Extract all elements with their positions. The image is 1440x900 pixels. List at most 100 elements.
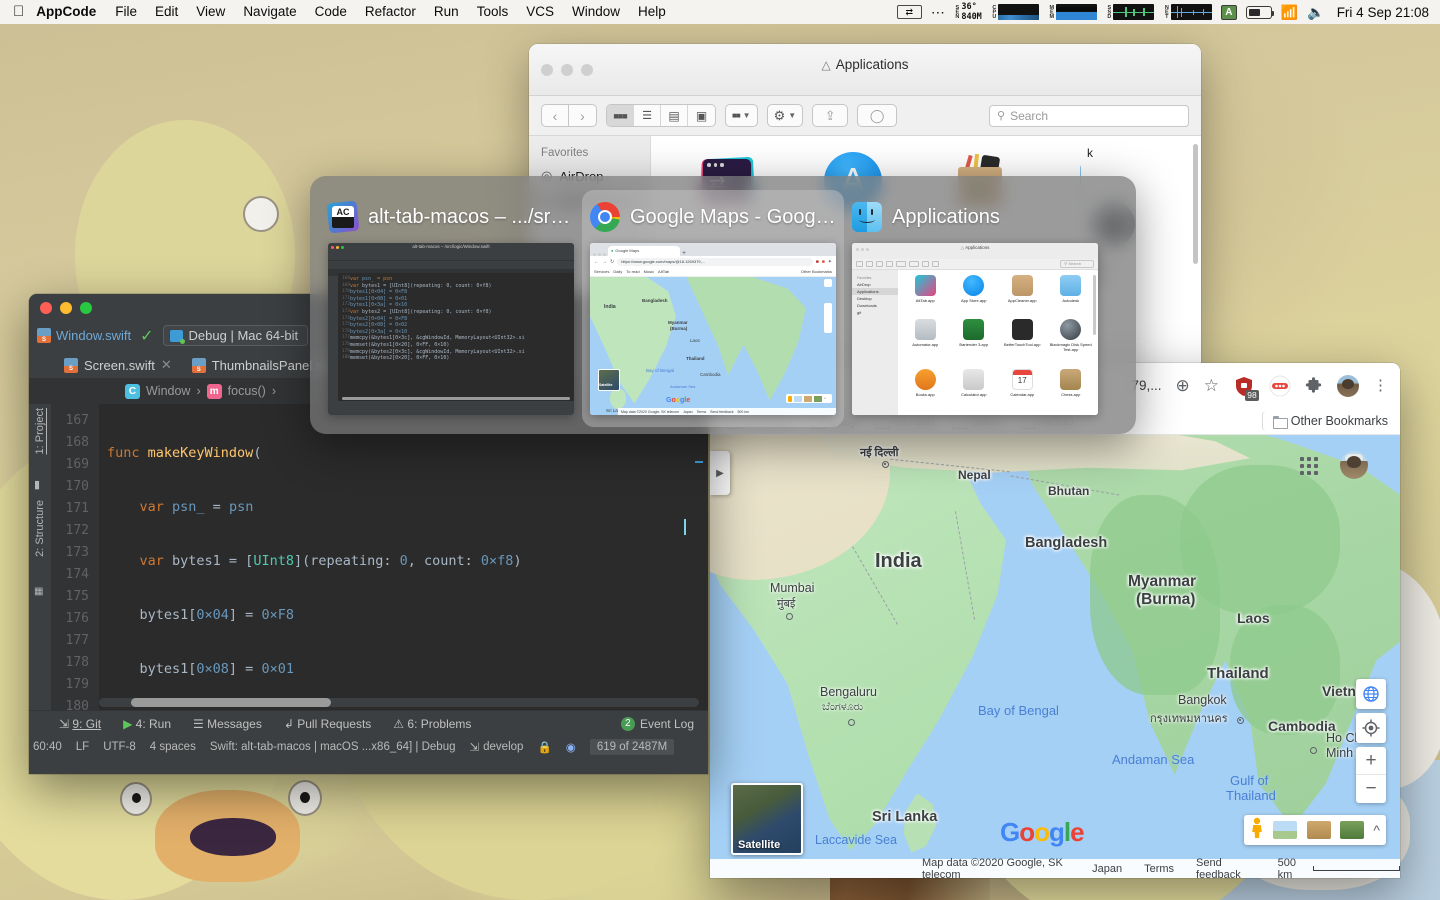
plus-circle-icon[interactable]: ⊕ — [1176, 376, 1190, 396]
google-apps-icon[interactable] — [1300, 457, 1318, 475]
menu-item-navigate[interactable]: Navigate — [234, 0, 305, 24]
map-link-terms[interactable]: Terms — [1144, 863, 1174, 875]
memory-indicator[interactable]: 619 of 2487M — [589, 739, 675, 755]
breadcrumb-class[interactable]: Window — [146, 384, 190, 398]
transit-layer[interactable] — [1340, 821, 1365, 839]
map-link-japan[interactable]: Japan — [1092, 863, 1122, 875]
menu-item-view[interactable]: View — [187, 0, 234, 24]
forward-button[interactable]: › — [569, 104, 597, 127]
zoom-out-button[interactable]: − — [1356, 775, 1386, 803]
my-location-icon[interactable] — [1356, 713, 1386, 743]
indent-setting[interactable]: 4 spaces — [150, 741, 196, 753]
editor-horizontal-scrollbar[interactable] — [99, 698, 699, 707]
switcher-item-appcode[interactable]: AC alt-tab-macos – .../src/logic... alt-… — [320, 190, 582, 427]
menu-bar-status-items[interactable]: ⇄ ⋯ SEN 36° 840M CPU MEM SSD NET A 📶 🔈 F… — [896, 3, 1440, 21]
switcher-item-chrome[interactable]: Google Maps - Google Chr... ●Google Maps… — [582, 190, 844, 427]
menu-app-name[interactable]: AppCode — [36, 0, 106, 24]
hammer-icon[interactable]: ✓ — [140, 326, 153, 346]
map-link-feedback[interactable]: Send feedback — [1196, 857, 1256, 879]
menu-item-edit[interactable]: Edit — [146, 0, 187, 24]
terrain-layer[interactable] — [1273, 821, 1298, 839]
avatar-icon[interactable] — [1337, 374, 1359, 397]
run-configuration-selector[interactable]: Debug | Mac 64-bit — [162, 325, 309, 346]
statusbar-item-messages[interactable]: ☰ Messages — [193, 717, 262, 731]
menu-item-file[interactable]: File — [106, 0, 146, 24]
finder-view-mode-segment[interactable]: ■■■ ☰ ▤ ▣ — [606, 104, 716, 127]
appcode-footer[interactable]: 60:40 LF UTF-8 4 spaces Swift: alt-tab-m… — [29, 736, 708, 758]
ublock-icon[interactable]: 98 — [1233, 375, 1259, 401]
chrome-window[interactable]: 79,... ⊕ ☆ 98 ⋮ Services Daily To read — [710, 363, 1400, 878]
menu-item-refactor[interactable]: Refactor — [356, 0, 425, 24]
satellite-layer[interactable] — [1306, 821, 1331, 839]
appcode-tool-buttons[interactable]: ⇲ 9: Git ▶ 4: Run ☰ Messages ↲ Pull Requ… — [29, 710, 708, 736]
statusbar-item-event-log[interactable]: 2 Event Log — [620, 716, 708, 731]
list-view-button[interactable]: ☰ — [634, 105, 661, 126]
kebab-menu-icon[interactable]: ⋮ — [1373, 378, 1388, 393]
finder-toolbar[interactable]: ‹ › ■■■ ☰ ▤ ▣ ■■ ▼ ⚙ ▼ ⇪ ◯ ⚲ Search — [529, 96, 1201, 136]
google-maps-canvas[interactable]: ▶ नई दिल्ली Nepal Bhutan Bangladesh Indi… — [710, 435, 1400, 878]
breadcrumb-method[interactable]: focus() — [228, 384, 266, 398]
network-monitor[interactable]: NET — [1163, 4, 1212, 20]
search-input[interactable]: ⚲ Search — [989, 104, 1189, 127]
map-zoom-controls[interactable]: + − — [1356, 747, 1386, 803]
line-separator[interactable]: LF — [76, 741, 89, 753]
code-text[interactable]: func makeKeyWindow( var psn_ = psn var b… — [99, 404, 708, 710]
star-icon[interactable]: ☆ — [1204, 376, 1219, 396]
editor-marker-strip[interactable] — [694, 404, 704, 710]
tab-screen-swift[interactable]: S Screen.swift ✕ — [54, 353, 182, 378]
cpu-monitor[interactable]: CPU — [991, 4, 1040, 20]
close-icon[interactable]: ✕ — [161, 357, 172, 373]
google-account-avatar[interactable] — [1340, 451, 1368, 479]
apple-logo-icon[interactable]:  — [0, 4, 36, 19]
map-layers-bar[interactable]: ^ — [1244, 815, 1386, 845]
tool-window-project[interactable]: 1: Project — [34, 408, 46, 454]
group-by-button[interactable]: ■■ ▼ — [725, 104, 758, 127]
current-file-chip[interactable]: S Window.swift — [37, 328, 131, 343]
wifi-icon[interactable]: 📶 — [1281, 4, 1298, 21]
statusbar-item-run[interactable]: ▶ 4: Run — [123, 717, 171, 731]
satellite-layer-toggle[interactable]: Satellite — [731, 783, 803, 855]
puzzle-icon[interactable] — [1305, 376, 1323, 395]
code-editor[interactable]: 1: Project ▮ 2: Structure ▦ 167 168 169 … — [29, 404, 708, 710]
red-dots-icon[interactable] — [1269, 375, 1291, 397]
back-button[interactable]: ‹ — [541, 104, 569, 127]
menu-bar-clock[interactable]: Fri 4 Sep 21:08 — [1334, 5, 1429, 20]
statusbar-item-pull-requests[interactable]: ↲ Pull Requests — [284, 717, 371, 731]
sensor-stats[interactable]: SEN 36° 840M — [954, 3, 981, 21]
lock-icon[interactable]: 🔒 — [537, 740, 551, 754]
menu-item-tools[interactable]: Tools — [468, 0, 518, 24]
share-button[interactable]: ⇪ — [812, 104, 849, 127]
file-encoding[interactable]: UTF-8 — [103, 741, 136, 753]
menu-item-run[interactable]: Run — [425, 0, 468, 24]
expand-side-panel-icon[interactable]: ▶ — [710, 451, 730, 495]
finder-titlebar[interactable]: △ Applications — [529, 44, 1201, 96]
tag-button[interactable]: ◯ — [857, 104, 898, 127]
appcode-tool-window-bar[interactable]: 1: Project ▮ 2: Structure ▦ — [29, 404, 51, 710]
switcher-thumbnail-chrome[interactable]: ● Google Maps + ← → ↻ https://www.google.co… — [590, 243, 836, 415]
finder-scrollbar[interactable] — [1193, 144, 1198, 264]
battery-icon[interactable] — [1245, 5, 1274, 19]
volume-icon[interactable]: 🔈 — [1307, 4, 1324, 21]
column-view-button[interactable]: ▤ — [661, 105, 688, 126]
statusbar-item-problems[interactable]: ⚠ 6: Problems — [393, 717, 471, 731]
inspection-icon[interactable]: ◉ — [566, 740, 576, 754]
tool-window-structure[interactable]: 2: Structure — [34, 500, 46, 557]
switcher-item-finder[interactable]: Applications △ Applications ⚲ Search Fav… — [844, 190, 1106, 427]
disk-monitor[interactable]: SSD — [1106, 4, 1155, 20]
finder-nav-buttons[interactable]: ‹ › — [541, 104, 597, 127]
street-view-pegman-icon[interactable] — [1250, 817, 1264, 844]
ellipsis-icon[interactable]: ⋯ — [931, 5, 945, 19]
menu-item-vcs[interactable]: VCS — [517, 0, 563, 24]
screenshot-icon[interactable]: ⇄ — [896, 5, 922, 19]
action-menu-button[interactable]: ⚙ ▼ — [766, 104, 804, 127]
alt-tab-switcher[interactable]: AC alt-tab-macos – .../src/logic... alt-… — [310, 176, 1136, 434]
keyboard-layout-indicator[interactable]: A — [1220, 4, 1237, 20]
statusbar-item-git[interactable]: ⇲ 9: Git — [59, 717, 101, 731]
caret-position[interactable]: 60:40 — [33, 741, 62, 753]
menu-item-code[interactable]: Code — [306, 0, 356, 24]
macos-menu-bar[interactable]:  AppCode File Edit View Navigate Code R… — [0, 0, 1440, 24]
build-scheme[interactable]: Swift: alt-tab-macos | macOS ...x86_64] … — [210, 741, 456, 753]
menu-item-help[interactable]: Help — [629, 0, 675, 24]
chevron-up-icon[interactable]: ^ — [1373, 822, 1380, 838]
switcher-thumbnail-finder[interactable]: △ Applications ⚲ Search Favorites AirDro… — [852, 243, 1098, 415]
